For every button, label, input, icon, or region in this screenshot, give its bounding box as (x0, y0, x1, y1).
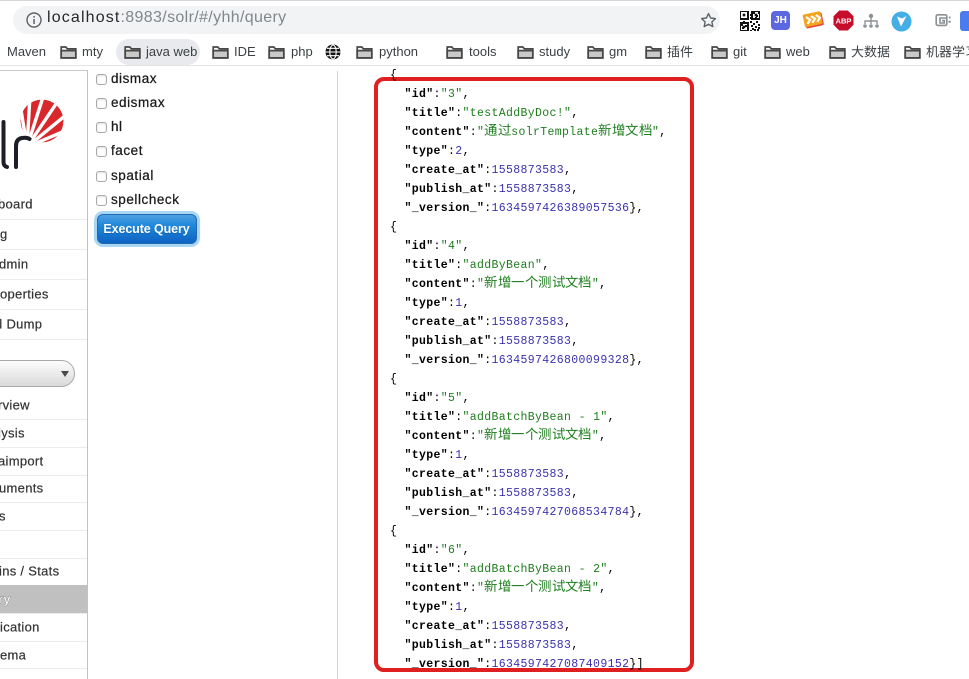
svg-text:ABP: ABP (835, 17, 851, 26)
